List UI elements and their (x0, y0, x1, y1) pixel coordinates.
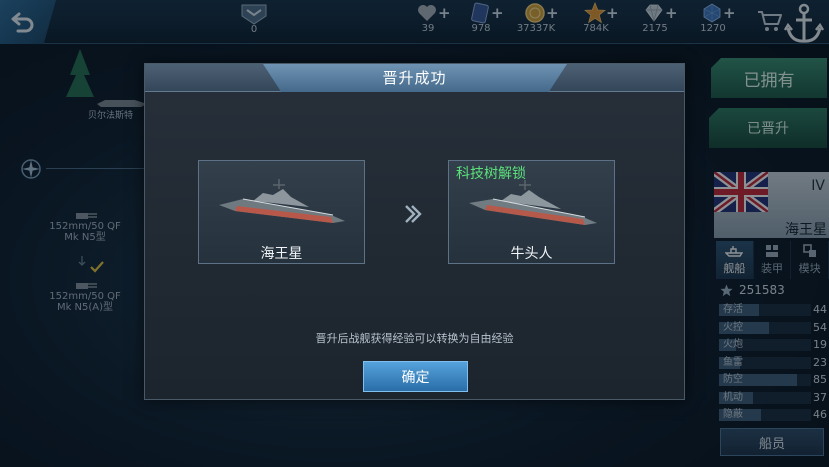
dialog-note: 晋升后战舰获得经验可以转换为自由经验 (315, 332, 514, 345)
destroyer-ship-image (469, 180, 597, 225)
from-ship-panel: 海王星 (198, 160, 365, 264)
destroyer-ship-image (219, 179, 345, 223)
tech-tree-unlock-label: 科技树解锁 (456, 166, 526, 182)
promotion-success-dialog: 晋升成功 海王星 牛头人 科技树解锁 晋升后战舰获得经验可以转换为自由经验 确定 (144, 63, 685, 400)
dialog-header: 晋升成功 (145, 64, 684, 92)
from-ship-name: 海王星 (260, 246, 303, 262)
chevron-right-icon (405, 205, 422, 223)
confirm-button[interactable]: 确定 (363, 361, 468, 392)
to-ship-name: 牛头人 (510, 246, 553, 262)
dialog-title: 晋升成功 (382, 69, 447, 87)
